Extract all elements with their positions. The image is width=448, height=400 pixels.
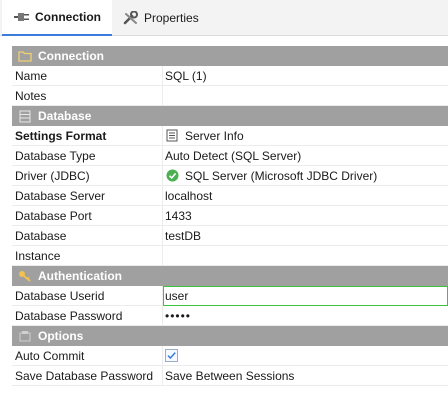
connection-properties-table: Connection Name SQL (1) Notes Database S… [12,46,448,386]
notes-value[interactable] [162,86,448,105]
driver-label: Driver (JDBC) [15,168,90,183]
database-type-value[interactable]: Auto Detect (SQL Server) [162,146,448,165]
tab-properties[interactable]: Properties [120,0,220,36]
row-driver: Driver (JDBC) SQL Server (Microsoft JDBC… [12,166,448,186]
userid-cell [162,285,448,306]
row-password: Database Password ••••• [12,306,448,326]
database-value[interactable]: testDB [162,226,448,245]
section-options[interactable]: Options [12,326,448,346]
auto-commit-label: Auto Commit [15,348,85,363]
settings-format-label: Settings Format [15,128,107,143]
folder-icon [18,49,32,63]
database-port-label: Database Port [15,208,92,223]
row-notes: Notes [12,86,448,106]
settings-format-text: Server Info [185,128,244,143]
tab-bar: Connection Properties [0,0,448,36]
database-server-label: Database Server [15,188,106,203]
name-label: Name [15,68,48,83]
userid-input[interactable] [163,285,448,306]
driver-text: SQL Server (Microsoft JDBC Driver) [185,168,378,183]
row-name: Name SQL (1) [12,66,448,86]
database-port-value[interactable]: 1433 [162,206,448,225]
password-value[interactable]: ••••• [162,306,448,325]
row-userid: Database Userid [12,285,448,306]
database-server-value[interactable]: localhost [162,186,448,205]
tab-connection[interactable]: Connection [2,0,112,36]
plug-icon [14,10,30,24]
server-info-icon [165,129,179,143]
settings-format-value[interactable]: Server Info [162,126,448,145]
instance-label: Instance [15,248,61,263]
section-connection-title: Connection [38,49,104,63]
section-authentication[interactable]: Authentication [12,266,448,286]
password-label: Database Password [15,308,123,323]
wrench-icon [123,11,139,25]
row-instance: Instance [12,246,448,266]
row-settings-format: Settings Format Server Info [12,126,448,146]
save-password-label: Save Database Password [15,368,154,383]
section-authentication-title: Authentication [38,269,122,283]
section-options-title: Options [38,329,84,343]
row-database-port: Database Port 1433 [12,206,448,226]
section-database-title: Database [38,109,92,123]
checkmark-icon [167,352,176,360]
row-auto-commit: Auto Commit [12,346,448,366]
name-value[interactable]: SQL (1) [162,66,448,85]
key-icon [18,269,32,283]
auto-commit-cell [162,346,448,365]
row-database-server: Database Server localhost [12,186,448,206]
row-database-type: Database Type Auto Detect (SQL Server) [12,146,448,166]
auto-commit-checkbox[interactable] [165,349,178,362]
database-icon [18,109,32,123]
save-password-value[interactable]: Save Between Sessions [162,366,448,385]
notes-label: Notes [15,88,47,103]
options-icon [18,329,32,343]
userid-label: Database Userid [15,288,105,303]
database-label: Database [15,228,67,243]
instance-value[interactable] [162,246,448,265]
driver-value[interactable]: SQL Server (Microsoft JDBC Driver) [162,166,448,185]
tab-connection-label: Connection [35,10,101,24]
check-circle-icon [165,169,179,183]
tab-properties-label: Properties [144,11,199,25]
row-save-password: Save Database Password Save Between Sess… [12,366,448,386]
section-connection[interactable]: Connection [12,46,448,66]
row-database: Database testDB [12,226,448,246]
database-type-label: Database Type [15,148,96,163]
section-database[interactable]: Database [12,106,448,126]
